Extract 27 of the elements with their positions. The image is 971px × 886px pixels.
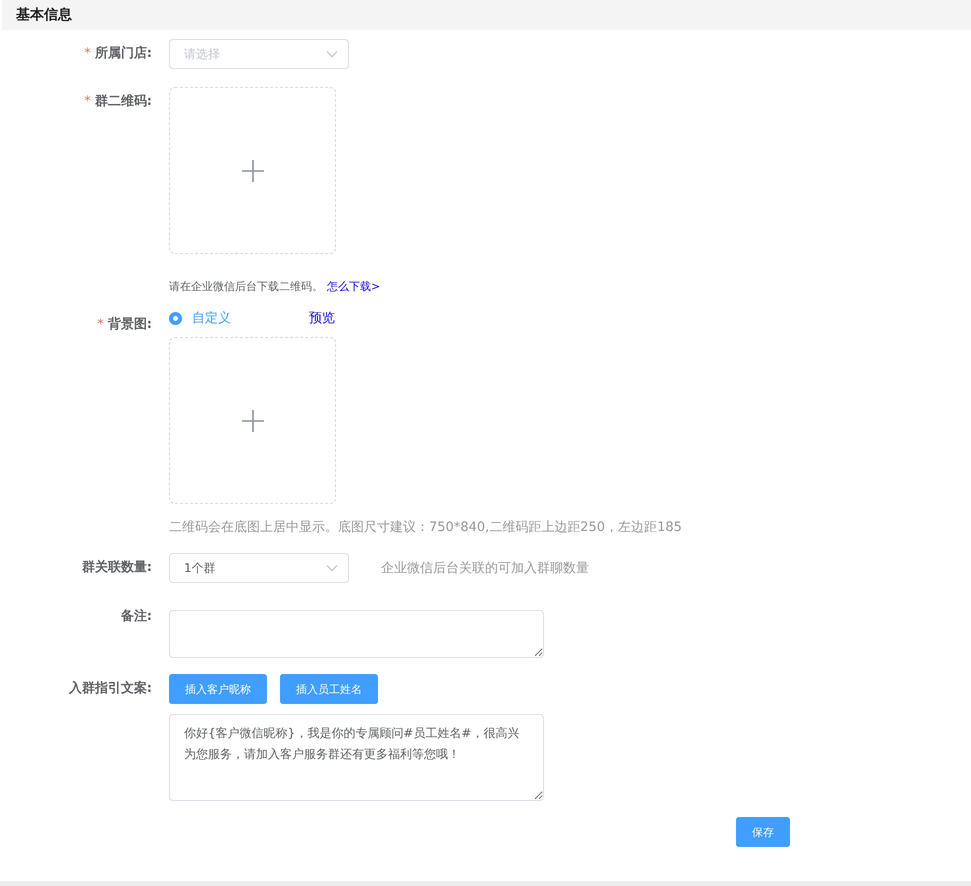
field-label: 群关联数量:	[80, 558, 152, 577]
save-button[interactable]: 保存	[736, 817, 790, 847]
radio-label[interactable]: 自定义	[192, 309, 231, 327]
group-count-hint: 企业微信后台关联的可加入群聊数量	[381, 560, 589, 577]
chevron-down-icon	[326, 50, 338, 58]
group-count-select[interactable]: 1个群	[169, 553, 349, 583]
qr-upload-box[interactable]	[169, 87, 336, 254]
field-label: * 所属门店:	[83, 44, 152, 63]
chevron-down-icon	[326, 564, 338, 572]
preview-link[interactable]: 预览	[309, 309, 335, 327]
plus-icon	[240, 408, 264, 432]
radio-button[interactable]	[169, 312, 182, 324]
insert-button[interactable]: 插入客户昵称	[169, 674, 267, 704]
guide-text-field[interactable]: 你好{客户微信昵称}，我是你的专属顾问#员工姓名#，很高兴为您服务，请加入客户服务群还有更多福利等您哦！	[169, 714, 544, 801]
store-select[interactable]: 请选择	[169, 39, 349, 69]
remark-field[interactable]	[169, 610, 544, 658]
field-label: * 背景图:	[96, 316, 152, 334]
section-title: 基本信息	[16, 6, 72, 24]
background-upload-box[interactable]	[169, 337, 336, 504]
qr-hint: 请在企业微信后台下载二维码。 怎么下载>	[169, 279, 380, 294]
insert-button[interactable]: 插入员工姓名	[280, 674, 378, 704]
field-label: * 群二维码:	[83, 92, 152, 111]
plus-icon	[240, 158, 264, 182]
background-hint: 二维码会在底图上居中显示。底图尺寸建议：750*840,二维码距上边距250，左边距185	[169, 519, 682, 536]
field-label: 备注:	[120, 610, 152, 624]
field-label: 入群指引文案:	[68, 680, 152, 698]
download-help-link[interactable]: 怎么下载>	[327, 280, 380, 293]
